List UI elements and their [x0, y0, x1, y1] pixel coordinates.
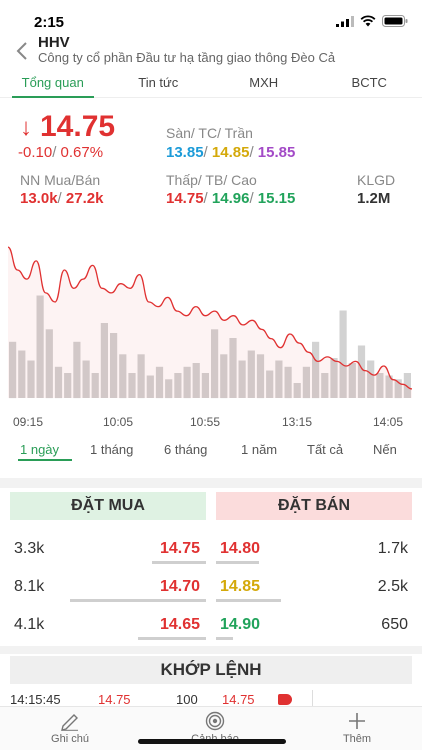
- match-price: 14.75: [98, 692, 131, 707]
- order-book-buy-header: ĐẶT MUA: [10, 492, 206, 520]
- nav-notes-label: Ghi chú: [51, 733, 89, 745]
- company-name: Công ty cổ phần Đầu tư hạ tầng giao thôn…: [38, 50, 336, 65]
- main-tabs: Tổng quan Tin tức MXH BCTC: [0, 70, 422, 98]
- avg-price: 14.96: [211, 190, 250, 207]
- home-indicator: [138, 739, 286, 744]
- foreign-sell: 27.2k: [65, 190, 104, 207]
- sell-flag-icon: [278, 694, 292, 705]
- matched-orders-header: KHỚP LỆNH: [10, 656, 412, 684]
- sell-volume: 2.5k: [377, 578, 408, 595]
- price-change: -0.10/ 0.67%: [18, 144, 104, 161]
- target-icon: [205, 711, 225, 731]
- range-active-indicator: [18, 459, 72, 461]
- range-1-day[interactable]: 1 ngày: [20, 442, 59, 457]
- range-all[interactable]: Tất cả: [307, 442, 343, 457]
- match-price-secondary: 14.75: [222, 692, 255, 707]
- order-book-row: 3.3k 14.75 14.80 1.7k: [0, 530, 422, 568]
- chevron-left-icon: [16, 42, 27, 60]
- sell-price: 14.90: [220, 616, 261, 633]
- status-bar: 2:15: [0, 0, 422, 32]
- floor-ref-ceil-label: Sàn/ TC/ Trần: [166, 125, 253, 141]
- order-book-sell-header: ĐẶT BÁN: [216, 492, 412, 520]
- ticker-symbol: HHV: [38, 34, 70, 51]
- tab-news[interactable]: Tin tức: [106, 70, 212, 97]
- volume-label: KLGD: [357, 172, 396, 188]
- buy-volume-bar: [138, 637, 206, 640]
- x-tick-label: 13:15: [282, 415, 312, 429]
- high-price: 15.15: [257, 190, 296, 207]
- x-tick-label: 10:05: [103, 415, 133, 429]
- range-1-year[interactable]: 1 năm: [241, 442, 277, 457]
- signal-icon: [336, 15, 354, 27]
- foreign-buy: 13.0k: [20, 190, 58, 207]
- section-divider: [0, 646, 422, 654]
- buy-price: 14.70: [159, 578, 200, 595]
- sell-volume: 650: [381, 616, 408, 633]
- nav-more-label: Thêm: [342, 733, 372, 745]
- sell-price: 14.80: [220, 540, 261, 557]
- plus-icon: [349, 713, 365, 729]
- buy-volume: 3.3k: [14, 540, 45, 557]
- change-percent: 0.67%: [60, 144, 104, 161]
- range-6-months[interactable]: 6 tháng: [164, 442, 207, 457]
- section-divider: [0, 478, 422, 488]
- tab-financials[interactable]: BCTC: [317, 70, 422, 97]
- pencil-icon: [61, 714, 78, 731]
- status-icons: [336, 15, 408, 27]
- nav-header: HHV Công ty cổ phần Đầu tư hạ tầng giao …: [0, 32, 422, 68]
- buy-volume-bar: [70, 599, 206, 602]
- wifi-icon: [360, 15, 376, 27]
- tab-social[interactable]: MXH: [211, 70, 317, 97]
- battery-icon: [382, 15, 408, 27]
- buy-price: 14.75: [159, 540, 200, 557]
- x-axis-ticks: 09:15 10:05 10:55 13:15 14:05: [13, 415, 403, 429]
- order-book-row: 4.1k 14.65 14.90 650: [0, 606, 422, 644]
- buy-price: 14.65: [159, 616, 200, 633]
- ceil-price: 15.85: [257, 144, 296, 161]
- back-button[interactable]: [12, 38, 32, 64]
- low-price: 14.75: [166, 190, 204, 207]
- status-time: 2:15: [34, 14, 65, 31]
- buy-volume: 4.1k: [14, 616, 45, 633]
- ref-price: 14.85: [211, 144, 250, 161]
- range-candles[interactable]: Nến: [373, 442, 397, 457]
- tab-overview[interactable]: Tổng quan: [0, 70, 106, 98]
- sell-volume-bar: [216, 561, 259, 564]
- x-tick-label: 09:15: [13, 415, 43, 429]
- range-1-month[interactable]: 1 tháng: [90, 442, 133, 457]
- sell-price: 14.85: [220, 578, 261, 595]
- floor-ref-ceil-values: 13.85/ 14.85/ 15.85: [166, 144, 296, 161]
- match-volume: 100: [176, 692, 198, 707]
- floor-price: 13.85: [166, 144, 204, 161]
- match-time: 14:15:45: [10, 692, 61, 707]
- sell-volume-bar: [216, 599, 281, 602]
- volume-value: 1.2M: [357, 190, 391, 207]
- order-book-row: 8.1k 14.70 14.85 2.5k: [0, 568, 422, 606]
- low-avg-high-values: 14.75/ 14.96/ 15.15: [166, 190, 296, 207]
- nav-notes[interactable]: Ghi chú: [30, 711, 110, 745]
- sell-volume-bar: [216, 637, 233, 640]
- nav-more[interactable]: Thêm: [317, 711, 397, 745]
- price-area: [8, 247, 412, 398]
- intraday-chart[interactable]: 09:15 10:05 10:55 13:15 14:05: [0, 230, 422, 430]
- down-arrow-icon: ↓: [20, 114, 32, 141]
- buy-volume-bar: [152, 561, 206, 564]
- sell-volume: 1.7k: [377, 540, 408, 557]
- x-tick-label: 10:55: [190, 415, 220, 429]
- change-value: -0.10: [18, 144, 53, 161]
- current-price: 14.75: [40, 110, 116, 143]
- buy-volume: 8.1k: [14, 578, 45, 595]
- low-avg-high-label: Thấp/ TB/ Cao: [166, 172, 257, 188]
- x-tick-label: 14:05: [373, 415, 403, 429]
- foreign-label: NN Mua/Bán: [20, 172, 101, 188]
- foreign-values: 13.0k/ 27.2k: [20, 190, 104, 207]
